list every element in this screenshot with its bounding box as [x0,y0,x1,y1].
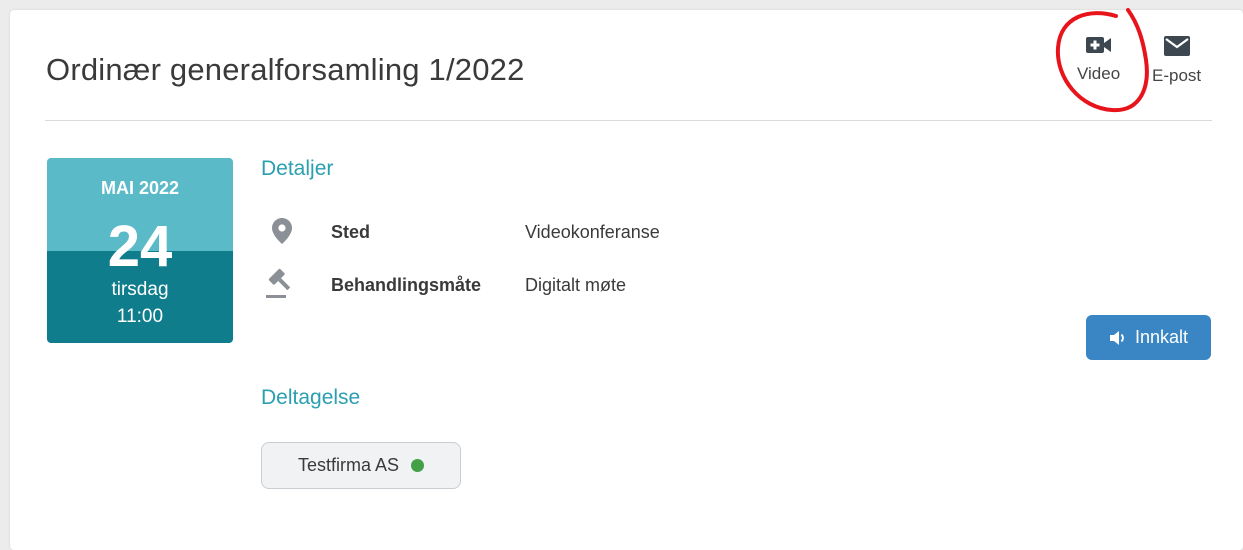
detail-value-sted: Videokonferanse [525,222,660,242]
participant-chip[interactable]: Testfirma AS [261,442,461,489]
date-badge: MAI 2022 24 tirsdag 11:00 [47,158,233,343]
status-label: Innkalt [1134,327,1189,347]
video-camera-icon [1085,37,1111,53]
video-button[interactable]: Video [1077,36,1120,84]
date-weekday: tirsdag [111,279,169,300]
date-day: 24 [107,214,173,279]
envelope-icon [1163,36,1190,56]
video-label: Video [1077,64,1121,83]
detail-value-behandlingsmate: Digitalt møte [525,275,627,295]
speaker-icon [1109,330,1124,345]
email-button[interactable]: E-post [1152,36,1201,86]
header-divider [45,120,1212,121]
participation-heading: Deltagelse [261,386,361,409]
date-time: 11:00 [116,306,164,327]
date-month-year: MAI 2022 [100,178,180,198]
email-label: E-post [1152,66,1202,85]
details-heading: Detaljer [261,157,334,180]
page-title: Ordinær generalforsamling 1/2022 [46,52,525,87]
status-innkalt-button[interactable]: Innkalt [1086,315,1211,360]
map-pin-icon [272,218,292,244]
participant-status-dot [411,459,425,472]
detail-label-sted: Sted [331,222,371,242]
detail-label-behandlingsmate: Behandlingsmåte [331,275,482,295]
gavel-icon [266,268,291,298]
participant-name: Testfirma AS [297,455,400,475]
